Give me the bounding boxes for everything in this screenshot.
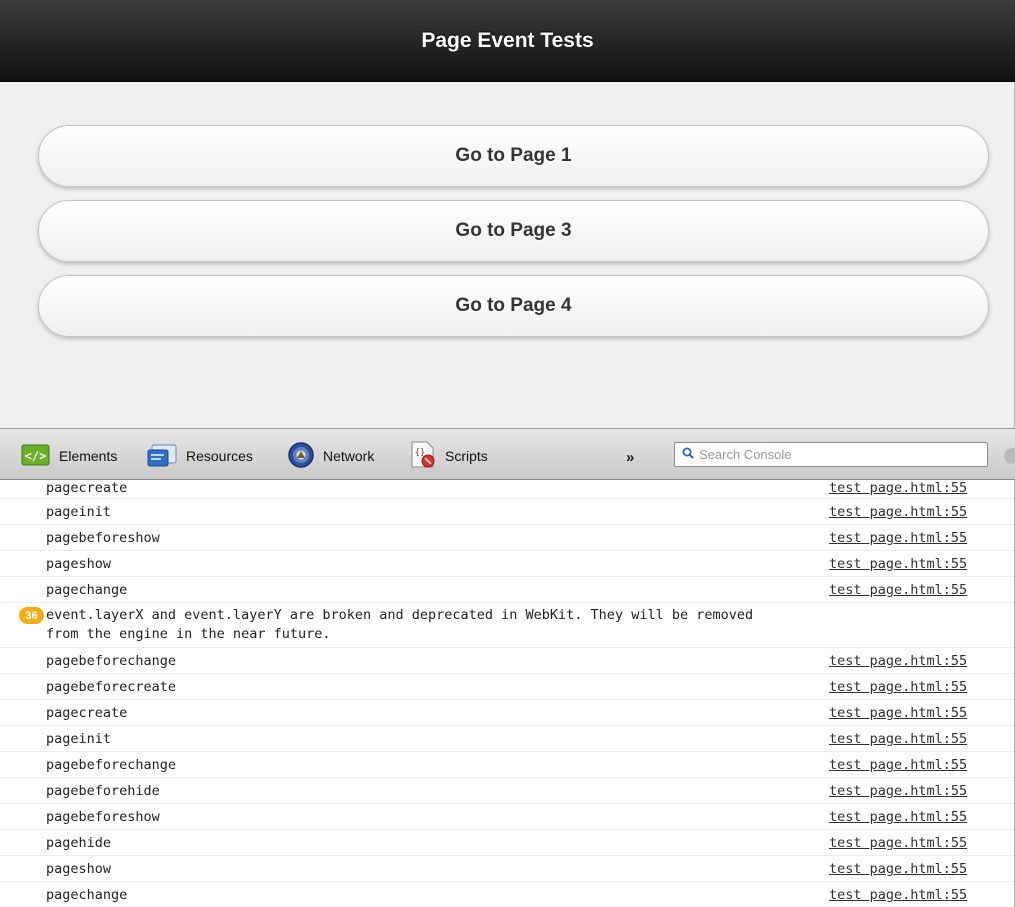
console-message: pagecreate bbox=[46, 480, 128, 496]
console-row: pagebeforecreate test page.html:55 bbox=[0, 674, 1014, 700]
go-to-page-1-button[interactable]: Go to Page 1 bbox=[38, 125, 989, 187]
source-link[interactable]: test page.html:55 bbox=[829, 757, 967, 773]
console-row: pagebeforeshow test page.html:55 bbox=[0, 525, 1014, 551]
console-row: pagebeforechange test page.html:55 bbox=[0, 752, 1014, 778]
console-row: pagecreate test page.html:55 bbox=[0, 480, 1014, 499]
tab-network-label: Network bbox=[323, 448, 375, 464]
source-link[interactable]: test page.html:55 bbox=[829, 480, 967, 496]
mobile-page: Page Event Tests Go to Page 1 Go to Page… bbox=[0, 0, 1015, 428]
search-console-input[interactable] bbox=[699, 447, 979, 462]
source-link[interactable]: test page.html:55 bbox=[829, 731, 967, 747]
warning-message: event.layerX and event.layerY are broken… bbox=[46, 607, 754, 642]
source-link[interactable]: test page.html:55 bbox=[829, 582, 967, 598]
more-tabs-button[interactable]: » bbox=[626, 449, 634, 466]
console-row: pagebeforeshow test page.html:55 bbox=[0, 804, 1014, 830]
elements-icon: </> bbox=[20, 442, 52, 471]
search-icon bbox=[682, 446, 694, 464]
clear-search-icon[interactable] bbox=[1004, 448, 1015, 464]
source-link[interactable]: test page.html:55 bbox=[829, 530, 967, 546]
network-icon bbox=[286, 441, 316, 472]
console-message: pageinit bbox=[46, 731, 112, 747]
devtools-toolbar: </> Elements Resources Network {} Script… bbox=[0, 428, 1015, 480]
console-row: pageshow test page.html:55 bbox=[0, 551, 1014, 577]
console-message: pageinit bbox=[46, 504, 112, 520]
page-title: Page Event Tests bbox=[421, 28, 594, 52]
source-link[interactable]: test page.html:55 bbox=[829, 861, 967, 877]
svg-text:</>: </> bbox=[25, 449, 47, 463]
console-row: pagechange test page.html:55 bbox=[0, 882, 1014, 907]
console-row: pageinit test page.html:55 bbox=[0, 499, 1014, 525]
go-to-page-4-button[interactable]: Go to Page 4 bbox=[38, 275, 989, 337]
tab-resources[interactable]: Resources bbox=[147, 441, 253, 471]
source-link[interactable]: test page.html:55 bbox=[829, 809, 967, 825]
console-message: pagebeforechange bbox=[46, 757, 177, 773]
repeat-count-badge: 36 bbox=[19, 607, 44, 624]
tab-elements-label: Elements bbox=[59, 448, 118, 464]
tab-scripts-label: Scripts bbox=[445, 448, 488, 464]
source-link[interactable]: test page.html:55 bbox=[829, 556, 967, 572]
tab-network[interactable]: Network bbox=[286, 441, 374, 471]
console-message: pagechange bbox=[46, 582, 128, 598]
source-link[interactable]: test page.html:55 bbox=[829, 504, 967, 520]
source-link[interactable]: test page.html:55 bbox=[829, 835, 967, 851]
console-message: pagehide bbox=[46, 835, 112, 851]
source-link[interactable]: test page.html:55 bbox=[829, 887, 967, 903]
console-message: pagecreate bbox=[46, 705, 128, 721]
console-row: pageinit test page.html:55 bbox=[0, 726, 1014, 752]
console-message: pagebeforecreate bbox=[46, 679, 177, 695]
console-message: pagebeforehide bbox=[46, 783, 160, 799]
console-message: pagebeforeshow bbox=[46, 809, 160, 825]
console-message: pagebeforeshow bbox=[46, 530, 160, 546]
console-row: pageshow test page.html:55 bbox=[0, 856, 1014, 882]
scripts-icon: {} bbox=[408, 440, 438, 473]
page-header: Page Event Tests bbox=[0, 0, 1015, 82]
tab-scripts[interactable]: {} Scripts bbox=[408, 441, 488, 471]
console-message: pagechange bbox=[46, 887, 128, 903]
go-to-page-3-button[interactable]: Go to Page 3 bbox=[38, 200, 989, 262]
console-message: pagebeforechange bbox=[46, 653, 177, 669]
console-row: pagebeforehide test page.html:55 bbox=[0, 778, 1014, 804]
console-panel: pagecreate test page.html:55 pageinit te… bbox=[0, 480, 1015, 907]
console-row: pagehide test page.html:55 bbox=[0, 830, 1014, 856]
source-link[interactable]: test page.html:55 bbox=[829, 653, 967, 669]
tab-resources-label: Resources bbox=[186, 448, 253, 464]
source-link[interactable]: test page.html:55 bbox=[829, 705, 967, 721]
console-row: pagebeforechange test page.html:55 bbox=[0, 648, 1014, 674]
source-link[interactable]: test page.html:55 bbox=[829, 783, 967, 799]
console-row: pagecreate test page.html:55 bbox=[0, 700, 1014, 726]
console-warning-row: 36 event.layerX and event.layerY are bro… bbox=[0, 603, 1014, 648]
tab-elements[interactable]: </> Elements bbox=[20, 441, 117, 471]
console-message: pageshow bbox=[46, 556, 112, 572]
source-link[interactable]: test page.html:55 bbox=[829, 679, 967, 695]
search-console-box[interactable] bbox=[674, 442, 988, 467]
resources-icon bbox=[147, 442, 179, 471]
console-row: pagechange test page.html:55 bbox=[0, 577, 1014, 603]
console-message: pageshow bbox=[46, 861, 112, 877]
